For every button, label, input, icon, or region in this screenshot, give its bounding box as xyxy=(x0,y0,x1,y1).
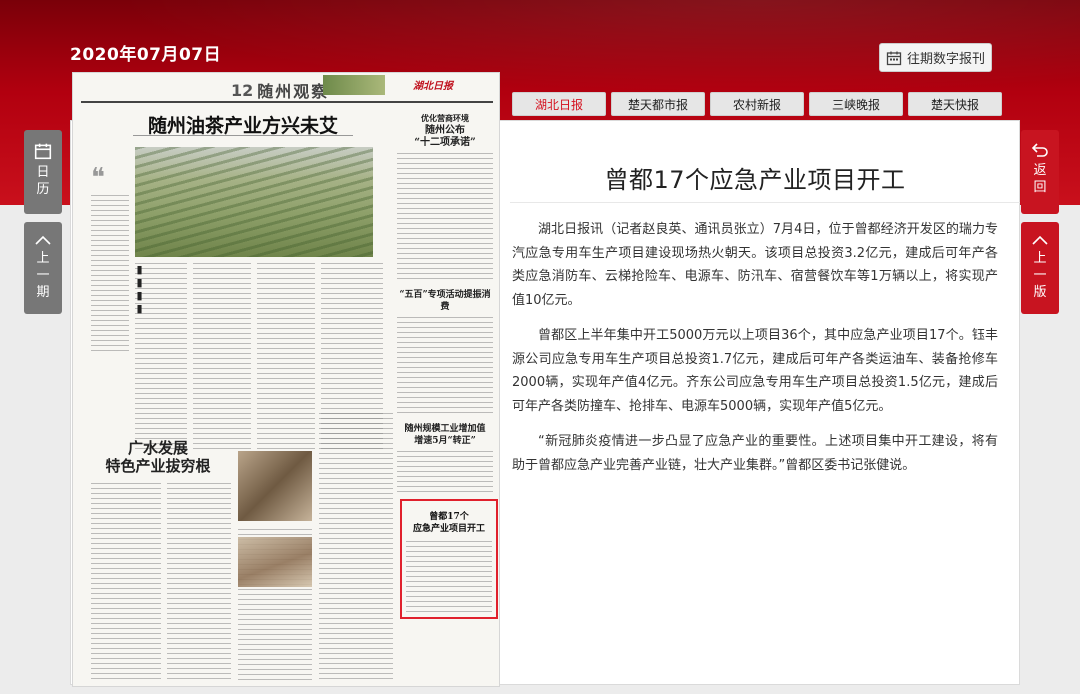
article-paragraph: 湖北日报讯（记者赵良英、通讯员张立）7月4日，位于曾都经济开发区的瑞力专汽应急专… xyxy=(512,222,998,308)
text-column xyxy=(91,195,129,355)
tab-rural-news[interactable]: 农村新报 xyxy=(710,92,804,116)
main-headline[interactable]: 随州油茶产业方兴未艾 xyxy=(93,111,393,138)
return-icon xyxy=(1031,143,1048,157)
article-paragraph: “新冠肺炎疫情进一步凸显了应急产业的重要性。上述项目集中开工建设，将有助于曾都应… xyxy=(512,434,998,473)
calendar-icon xyxy=(886,51,902,65)
back-button[interactable]: 返 回 xyxy=(1021,130,1059,214)
second-headline[interactable]: 广水发展 特色产业拔穷根 xyxy=(93,439,223,475)
calendar-icon xyxy=(34,143,52,160)
chevron-up-icon xyxy=(35,235,51,245)
newspaper-tabs: 湖北日报 楚天都市报 农村新报 三峡晚报 楚天快报 xyxy=(512,92,1002,116)
workshop-photo xyxy=(238,537,312,587)
article-body: 湖北日报讯（记者赵良英、通讯员张立）7月4日，位于曾都经济开发区的瑞力专汽应急专… xyxy=(512,218,998,489)
highlighted-article-box[interactable]: 曾都17个 应急产业项目开工 xyxy=(400,499,498,619)
side-headline-commitments[interactable]: 随州公布 “十二项承诺” xyxy=(395,125,495,149)
highlighted-article-headline: 曾都17个 应急产业项目开工 xyxy=(412,512,485,534)
side-kicker: 优化营商环境 xyxy=(421,113,469,123)
tab-chutian-express[interactable]: 楚天快报 xyxy=(908,92,1002,116)
headline-rule xyxy=(133,135,353,139)
masthead-logo: 湖北日报 xyxy=(413,81,453,92)
text-column xyxy=(397,451,493,493)
article-title: 曾都17个应急产业项目开工 xyxy=(604,166,906,194)
title-divider xyxy=(510,202,1020,203)
newspaper-page[interactable]: 12 随州观察 湖北日报 随州油茶产业方兴未艾 ❝ ▮▮▮▮ 优化营商环境 随州… xyxy=(72,72,500,687)
header-photo xyxy=(323,75,385,95)
archive-button[interactable]: 往期数字报刊 xyxy=(879,43,992,72)
article-paragraph: 曾都区上半年集中开工5000万元以上项目36个，其中应急产业项目17个。钰丰源公… xyxy=(512,328,998,414)
text-column xyxy=(91,483,161,683)
archive-label: 往期数字报刊 xyxy=(906,52,985,67)
farmers-photo xyxy=(238,451,312,521)
tab-three-gorges-evening[interactable]: 三峡晚报 xyxy=(809,92,903,116)
prev-page-button[interactable]: 上 一 版 xyxy=(1021,222,1059,314)
tea-oil-plantation-photo xyxy=(135,147,373,257)
text-column xyxy=(397,317,493,417)
sub-headline: ▮▮▮▮ xyxy=(133,263,146,315)
side-headline-industry[interactable]: 随州规模工业增加值 增速5月“转正” xyxy=(395,423,495,447)
tab-chutian-metropolis[interactable]: 楚天都市报 xyxy=(611,92,705,116)
text-column xyxy=(257,263,315,453)
chevron-up-icon xyxy=(1032,235,1048,245)
page-section-title: 随州观察 xyxy=(257,82,330,101)
text-column xyxy=(406,541,492,615)
calendar-button[interactable]: 日 历 xyxy=(24,130,62,214)
tab-hubei-daily[interactable]: 湖北日报 xyxy=(512,92,606,116)
side-headline-consumption[interactable]: “五百”专项活动提振消费 xyxy=(395,289,495,313)
text-column xyxy=(319,413,393,683)
page-number: 12 xyxy=(231,80,254,100)
quote-icon: ❝ xyxy=(91,163,105,193)
text-column xyxy=(167,483,231,683)
issue-date: 2020年07月07日 xyxy=(70,45,222,65)
text-column xyxy=(397,153,493,283)
text-column xyxy=(193,263,251,453)
prev-issue-button[interactable]: 上 一 期 xyxy=(24,222,62,314)
